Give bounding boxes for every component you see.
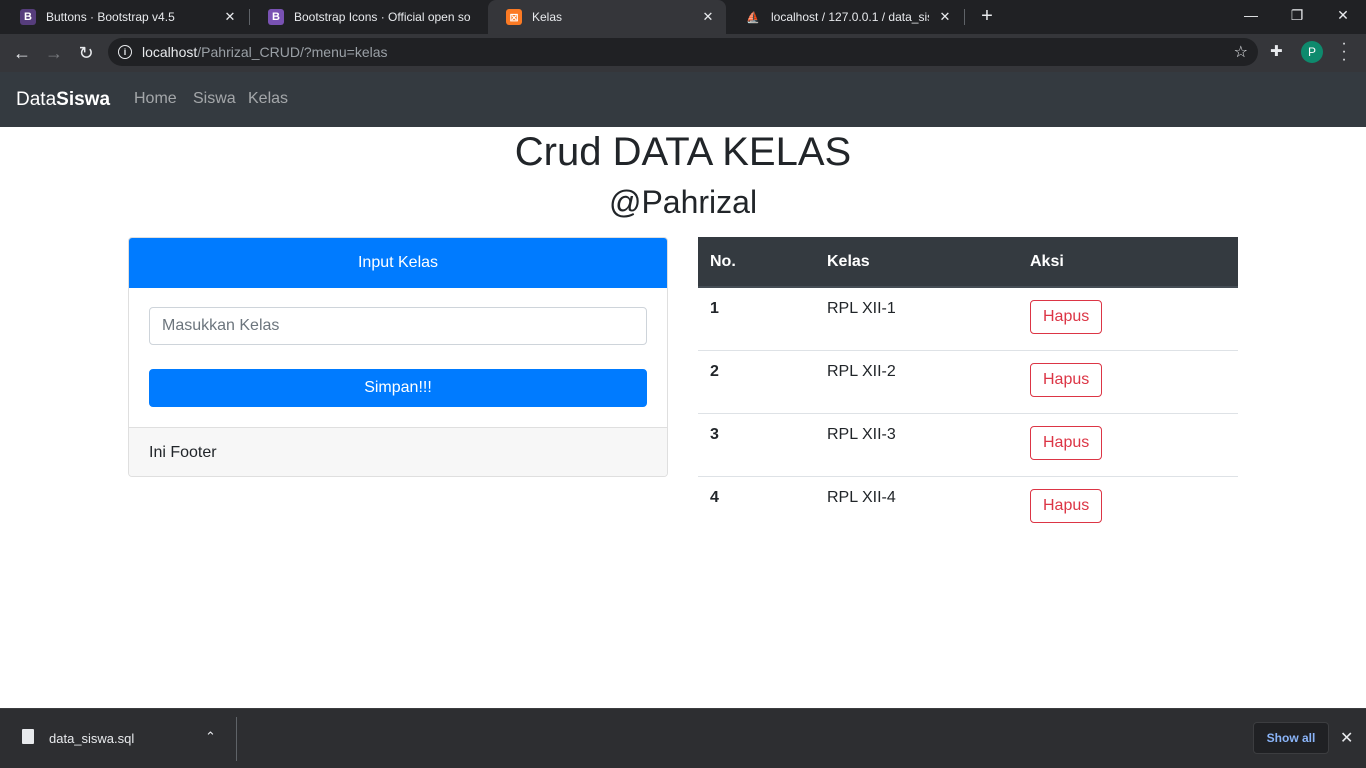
cell-kelas: RPL XII-3 bbox=[815, 413, 1018, 477]
back-arrow-icon[interactable]: ← bbox=[10, 41, 34, 65]
cell-no: 4 bbox=[710, 488, 719, 506]
cell-no: 1 bbox=[698, 287, 815, 351]
nav-link-kelas[interactable]: Kelas bbox=[248, 90, 288, 108]
input-kelas-card: Input Kelas Simpan!!! Ini Footer bbox=[128, 237, 668, 477]
cell-no: 3 bbox=[698, 413, 815, 477]
tab-phpmyadmin[interactable]: ⛵ localhost / 127.0.0.1 / data_siswa ✕ bbox=[727, 0, 963, 34]
tab-bootstrap-icons[interactable]: B Bootstrap Icons · Official open so bbox=[250, 0, 486, 34]
close-icon[interactable]: ✕ bbox=[937, 9, 953, 25]
page-title: Crud DATA KELAS bbox=[514, 130, 852, 174]
kelas-table: No. Kelas Aksi 1 RPL XII-1 Hapus 2 RPL X… bbox=[698, 237, 1238, 539]
chevron-up-icon[interactable]: ⌃ bbox=[205, 729, 216, 745]
restore-icon[interactable]: ❐ bbox=[1274, 0, 1320, 30]
cell-kelas: RPL XII-2 bbox=[815, 350, 1018, 414]
hapus-button[interactable]: Hapus bbox=[1030, 488, 1103, 523]
simpan-button[interactable]: Simpan!!! bbox=[149, 369, 647, 407]
shelf-divider bbox=[236, 717, 237, 761]
xampp-icon: ⊠ bbox=[506, 9, 522, 25]
hapus-button[interactable]: Hapus bbox=[1030, 425, 1103, 460]
cell-aksi: Hapus bbox=[1018, 413, 1238, 477]
address-bar[interactable]: i localhost/Pahrizal_CRUD/?menu=kelas ☆ bbox=[108, 38, 1258, 66]
minimize-icon[interactable]: — bbox=[1228, 0, 1274, 30]
extensions-puzzle-icon[interactable]: ✚ bbox=[1270, 42, 1283, 60]
bookmark-star-icon[interactable]: ☆ bbox=[1234, 42, 1248, 62]
tab-divider bbox=[964, 9, 965, 25]
browser-toolbar: ← → ↻ i localhost/Pahrizal_CRUD/?menu=ke… bbox=[0, 34, 1366, 72]
url-path: /Pahrizal_CRUD/?menu=kelas bbox=[197, 44, 388, 60]
table-header-row: No. Kelas Aksi bbox=[698, 237, 1238, 288]
close-icon[interactable]: ✕ bbox=[222, 9, 238, 25]
forward-arrow-icon[interactable]: → bbox=[42, 41, 66, 65]
download-file-name[interactable]: data_siswa.sql bbox=[49, 731, 134, 746]
close-icon[interactable]: ✕ bbox=[700, 9, 716, 25]
kelas-input[interactable] bbox=[149, 307, 647, 345]
phpmyadmin-icon: ⛵ bbox=[746, 11, 760, 24]
column-header-no: No. bbox=[698, 237, 815, 288]
show-all-button[interactable]: Show all bbox=[1253, 722, 1329, 754]
hapus-button[interactable]: Hapus bbox=[1030, 300, 1103, 334]
file-icon bbox=[22, 729, 34, 744]
tab-title: Bootstrap Icons · Official open so bbox=[294, 10, 471, 24]
tab-buttons-bootstrap[interactable]: B Buttons · Bootstrap v4.5 ✕ bbox=[2, 0, 248, 34]
nav-link-siswa[interactable]: Siswa bbox=[193, 90, 236, 108]
cell-aksi: Hapus bbox=[1018, 350, 1238, 414]
tab-title: Buttons · Bootstrap v4.5 bbox=[46, 10, 175, 24]
reload-icon[interactable]: ↻ bbox=[74, 41, 98, 65]
column-header-aksi: Aksi bbox=[1018, 237, 1238, 288]
table-row: 4 RPL XII-4 Hapus bbox=[698, 476, 1238, 539]
new-tab-plus-icon[interactable]: + bbox=[976, 5, 998, 27]
card-footer: Ini Footer bbox=[129, 427, 667, 476]
card-header: Input Kelas bbox=[129, 238, 667, 288]
tab-title: localhost / 127.0.0.1 / data_siswa bbox=[771, 10, 929, 24]
table-row: 3 RPL XII-3 Hapus bbox=[698, 413, 1238, 477]
tab-title: Kelas bbox=[532, 10, 563, 24]
page-subtitle: @Pahrizal bbox=[608, 184, 758, 220]
cell-no: 2 bbox=[698, 350, 815, 414]
close-icon[interactable]: ✕ bbox=[1340, 728, 1353, 748]
brand-bold: Siswa bbox=[56, 89, 111, 110]
tab-kelas[interactable]: ⊠ Kelas ✕ bbox=[488, 0, 726, 34]
table-row: 2 RPL XII-2 Hapus bbox=[698, 350, 1238, 414]
download-shelf: data_siswa.sql ⌃ Show all ✕ bbox=[0, 708, 1366, 768]
cell-aksi: Hapus bbox=[1018, 287, 1238, 351]
window-close-icon[interactable]: ✕ bbox=[1320, 0, 1366, 30]
cell-kelas: RPL XII-4 bbox=[827, 488, 896, 506]
hapus-button[interactable]: Hapus bbox=[1030, 362, 1103, 397]
bootstrap-icon: B bbox=[268, 9, 284, 25]
site-navbar: DataSiswa Home Siswa Kelas bbox=[0, 72, 1366, 127]
browser-tab-strip: B Buttons · Bootstrap v4.5 ✕ B Bootstrap… bbox=[0, 0, 1366, 34]
column-header-kelas: Kelas bbox=[815, 237, 1018, 288]
brand-light: Data bbox=[16, 89, 57, 110]
browser-menu-icon[interactable]: · · · bbox=[1338, 36, 1350, 68]
bootstrap-icon: B bbox=[20, 9, 36, 25]
table-row: 1 RPL XII-1 Hapus bbox=[698, 287, 1238, 351]
profile-avatar[interactable]: P bbox=[1301, 41, 1323, 63]
navbar-brand[interactable]: DataSiswa bbox=[16, 89, 110, 111]
nav-link-home[interactable]: Home bbox=[134, 90, 177, 108]
info-icon[interactable]: i bbox=[118, 45, 132, 59]
url-host: localhost bbox=[142, 44, 198, 60]
cell-kelas: RPL XII-1 bbox=[815, 287, 1018, 351]
cell-aksi: Hapus bbox=[1018, 476, 1238, 539]
